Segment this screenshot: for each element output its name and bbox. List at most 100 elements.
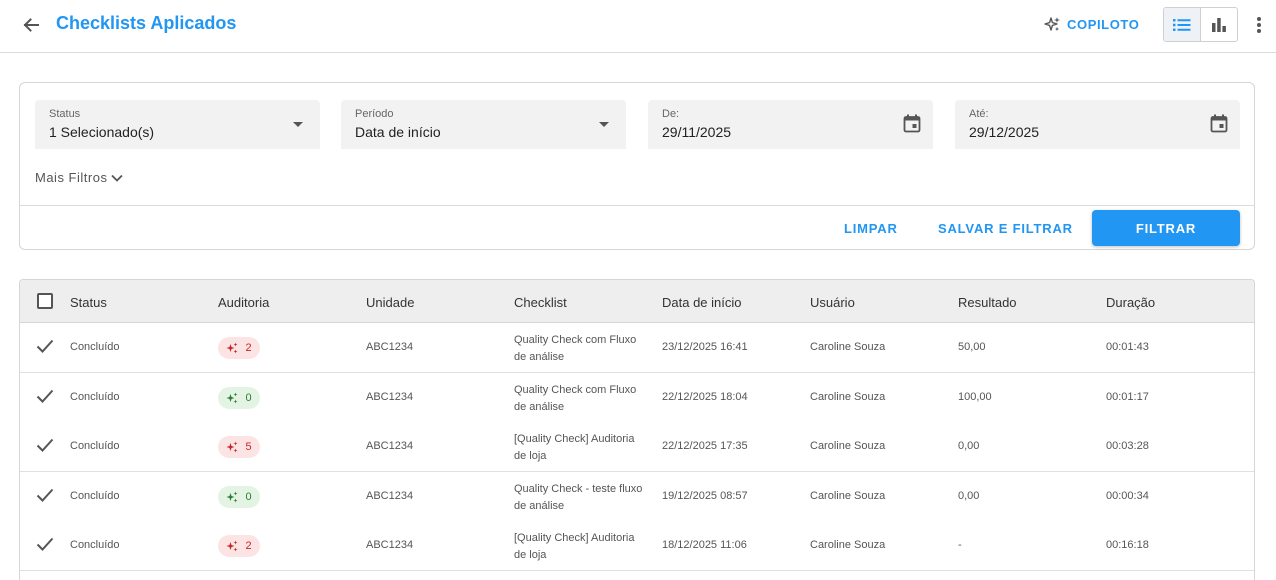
back-button[interactable] [18, 12, 44, 38]
table-row[interactable]: Concluído 2 ABC1234 Quality Check com Fluxo… [20, 323, 1254, 373]
calendar-button[interactable] [1210, 114, 1228, 138]
periodo-select-value: Data de início [355, 124, 441, 140]
audit-count: 5 [245, 441, 252, 453]
row-duracao: 00:01:43 [1106, 341, 1149, 353]
more-filters-label: Mais Filtros [35, 170, 108, 185]
check-icon [36, 437, 54, 458]
column-header-resultado[interactable]: Resultado [958, 295, 1017, 310]
column-header-data-inicio[interactable]: Data de início [662, 295, 742, 310]
column-header-status[interactable]: Status [70, 295, 107, 310]
bar-chart-icon [1212, 17, 1226, 32]
view-toggle [1163, 7, 1238, 42]
check-icon [36, 338, 54, 359]
column-header-usuario[interactable]: Usuário [810, 295, 855, 310]
status-select[interactable]: Status 1 Selecionado(s) [35, 100, 320, 149]
periodo-select-label: Período [355, 108, 394, 120]
date-to-field[interactable]: Até: 29/12/2025 [955, 100, 1240, 149]
row-duracao: 00:00:34 [1106, 489, 1149, 502]
more-vertical-icon [1257, 17, 1261, 33]
sparkles-icon [226, 441, 238, 453]
row-unidade: ABC1234 [366, 440, 414, 452]
select-all-checkbox[interactable] [37, 293, 53, 309]
table-row[interactable]: Concluído 0 ABC1234 Quality Check - teste f… [20, 471, 1254, 522]
audit-badge[interactable]: 5 [218, 436, 260, 458]
check-icon [36, 388, 54, 409]
list-view-button[interactable] [1164, 8, 1200, 41]
row-status: Concluído [70, 440, 120, 452]
row-checklist: [Quality Check] Auditoria de loja [514, 532, 635, 561]
row-resultado: 50,00 [958, 341, 986, 353]
audit-badge[interactable]: 0 [218, 386, 260, 409]
list-icon [1173, 18, 1191, 31]
date-from-value: 29/11/2025 [662, 124, 732, 140]
more-options-button[interactable] [1250, 12, 1268, 38]
row-data-inicio: 18/12/2025 11:06 [662, 539, 747, 551]
column-header-unidade[interactable]: Unidade [366, 295, 414, 310]
checklists-table: Status Auditoria Unidade Checklist Data … [19, 279, 1255, 580]
clear-button[interactable]: LIMPAR [844, 221, 898, 236]
audit-count: 2 [245, 342, 252, 354]
column-header-duracao[interactable]: Duração [1106, 295, 1155, 310]
date-to-label: Até: [969, 108, 989, 120]
calendar-icon [1210, 114, 1228, 133]
row-usuario: Caroline Souza [810, 440, 886, 452]
row-status: Concluído [70, 390, 120, 403]
table-row[interactable]: Concluído 2 ABC1234 [Quality Check] Auditor… [20, 521, 1254, 571]
table-row[interactable]: Concluído 0 ABC1234 Quality Check com Fluxo… [20, 372, 1254, 423]
row-resultado: 100,00 [958, 390, 992, 403]
row-usuario: Caroline Souza [810, 390, 886, 403]
column-header-auditoria[interactable]: Auditoria [218, 295, 269, 310]
chevron-down-icon [111, 174, 124, 182]
row-usuario: Caroline Souza [810, 341, 886, 353]
row-status: Concluído [70, 341, 120, 353]
arrow-left-icon [23, 18, 39, 32]
filter-divider [20, 205, 1254, 206]
top-bar: Checklists Aplicados COPILOTO [0, 0, 1276, 53]
table-header: Status Auditoria Unidade Checklist Data … [20, 280, 1254, 323]
audit-count: 0 [245, 490, 252, 503]
row-checklist: [Quality Check] Auditoria de loja [514, 433, 635, 462]
more-filters-toggle[interactable]: Mais Filtros [35, 170, 124, 185]
chart-view-button[interactable] [1200, 8, 1237, 41]
sparkles-icon [226, 392, 238, 403]
audit-badge[interactable]: 0 [218, 485, 260, 508]
save-and-filter-button[interactable]: SALVAR E FILTRAR [938, 221, 1073, 236]
row-resultado: - [958, 539, 962, 551]
row-unidade: ABC1234 [366, 390, 414, 403]
filter-button[interactable]: FILTRAR [1092, 210, 1240, 246]
copilot-button[interactable]: COPILOTO [1044, 13, 1139, 35]
date-to-value: 29/12/2025 [969, 124, 1040, 140]
row-unidade: ABC1234 [366, 341, 414, 353]
row-status: Concluído [70, 489, 120, 502]
row-usuario: Caroline Souza [810, 489, 886, 502]
table-row[interactable]: Concluído 5 ABC1234 [Quality Check] Auditor… [20, 422, 1254, 472]
row-unidade: ABC1234 [366, 539, 414, 551]
filter-panel: Status 1 Selecionado(s) Período Data de … [19, 82, 1255, 250]
date-from-field[interactable]: De: 29/11/2025 [648, 100, 933, 149]
sparkles-icon [226, 342, 238, 354]
row-checklist: Quality Check com Fluxo de análise [514, 334, 637, 363]
column-header-checklist[interactable]: Checklist [514, 295, 567, 310]
sparkles-icon [226, 540, 238, 552]
calendar-button[interactable] [903, 114, 921, 138]
audit-count: 2 [245, 540, 252, 552]
check-icon [36, 487, 54, 508]
row-data-inicio: 22/12/2025 17:35 [662, 440, 748, 452]
row-checklist: Quality Check - teste fluxo de análise [514, 482, 643, 512]
row-unidade: ABC1234 [366, 489, 414, 502]
audit-badge[interactable]: 2 [218, 535, 260, 557]
row-data-inicio: 23/12/2025 16:41 [662, 341, 748, 353]
periodo-select[interactable]: Período Data de início [341, 100, 626, 149]
status-select-label: Status [49, 108, 81, 120]
row-data-inicio: 19/12/2025 08:57 [662, 489, 748, 502]
sparkles-icon [1044, 16, 1060, 31]
row-resultado: 0,00 [958, 440, 980, 452]
copilot-label: COPILOTO [1067, 16, 1140, 32]
row-status: Concluído [70, 539, 120, 551]
check-icon [36, 536, 54, 557]
date-from-label: De: [662, 108, 680, 120]
dropdown-arrow-icon [293, 122, 303, 127]
audit-badge[interactable]: 2 [218, 337, 260, 359]
audit-count: 0 [245, 391, 252, 404]
row-checklist: Quality Check com Fluxo de análise [514, 383, 637, 413]
